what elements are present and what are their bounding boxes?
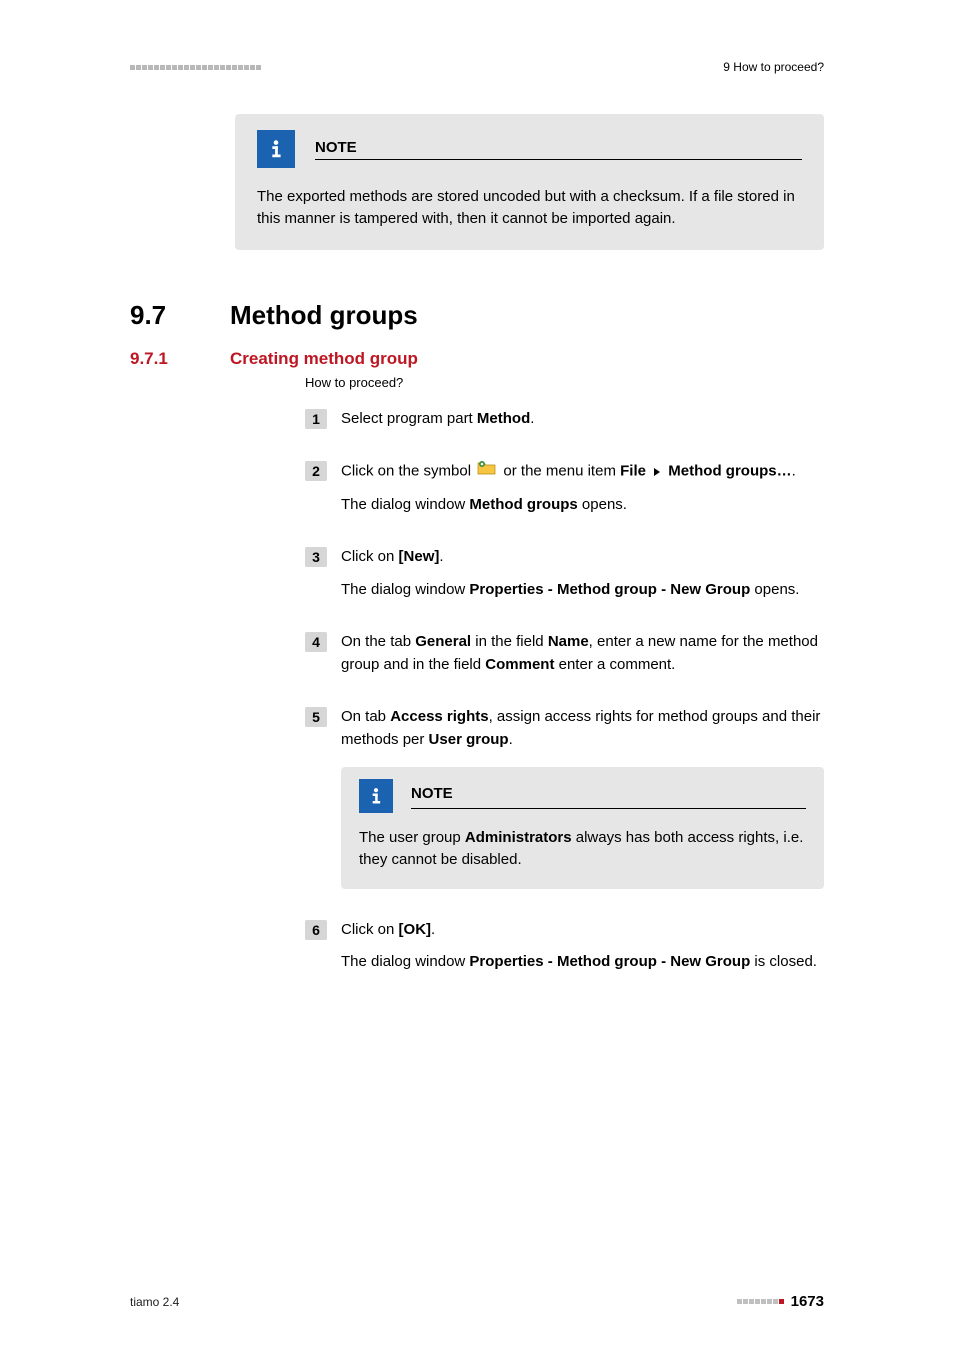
- page-header: 9 How to proceed?: [130, 60, 824, 74]
- step-body: Select program part Method.: [341, 408, 824, 431]
- howto-label: How to proceed?: [305, 375, 824, 390]
- step-6: 6 Click on [OK]. The dialog window Prope…: [305, 919, 824, 974]
- steps-list: 1 Select program part Method. 2 Click on…: [305, 408, 824, 974]
- product-name: tiamo 2.4: [130, 1295, 179, 1309]
- page-footer: tiamo 2.4 1673: [130, 1293, 824, 1310]
- step-number: 5: [305, 707, 327, 727]
- section-title: Method groups: [230, 300, 418, 331]
- step-number: 3: [305, 547, 327, 567]
- note-exported-methods: NOTE The exported methods are stored unc…: [235, 114, 824, 250]
- step-2: 2 Click on the symbol or the menu item F…: [305, 460, 824, 516]
- step-number: 4: [305, 632, 327, 652]
- menu-arrow-icon: [654, 468, 660, 476]
- step-1: 1 Select program part Method.: [305, 408, 824, 431]
- step-5: 5 On tab Access rights, assign access ri…: [305, 706, 824, 889]
- step-body: Click on the symbol or the menu item Fil…: [341, 460, 824, 516]
- step-4: 4 On the tab General in the field Name, …: [305, 631, 824, 676]
- step-body: Click on [New]. The dialog window Proper…: [341, 546, 824, 601]
- method-groups-folder-icon: [477, 460, 497, 484]
- note-body: The user group Administrators always has…: [359, 827, 806, 871]
- page-number-group: 1673: [737, 1293, 824, 1310]
- page-number: 1673: [791, 1293, 824, 1310]
- subsection-number: 9.7.1: [130, 349, 200, 369]
- step-number: 1: [305, 409, 327, 429]
- subsection-heading: 9.7.1 Creating method group: [130, 349, 824, 369]
- footer-decor: [737, 1299, 784, 1304]
- step-body: Click on [OK]. The dialog window Propert…: [341, 919, 824, 974]
- section-number: 9.7: [130, 300, 200, 331]
- section-heading: 9.7 Method groups: [130, 300, 824, 331]
- note-title: NOTE: [411, 783, 806, 810]
- info-icon: [257, 130, 295, 168]
- step-number: 2: [305, 461, 327, 481]
- step-body: On tab Access rights, assign access righ…: [341, 706, 824, 889]
- info-icon: [359, 779, 393, 813]
- subsection-title: Creating method group: [230, 349, 418, 369]
- header-decor: [130, 65, 261, 70]
- note-title: NOTE: [315, 139, 802, 160]
- header-chapter: 9 How to proceed?: [723, 60, 824, 74]
- step-body: On the tab General in the field Name, en…: [341, 631, 824, 676]
- step-number: 6: [305, 920, 327, 940]
- note-body: The exported methods are stored uncoded …: [257, 186, 802, 230]
- note-administrators: NOTE The user group Administrators alway…: [341, 767, 824, 889]
- step-3: 3 Click on [New]. The dialog window Prop…: [305, 546, 824, 601]
